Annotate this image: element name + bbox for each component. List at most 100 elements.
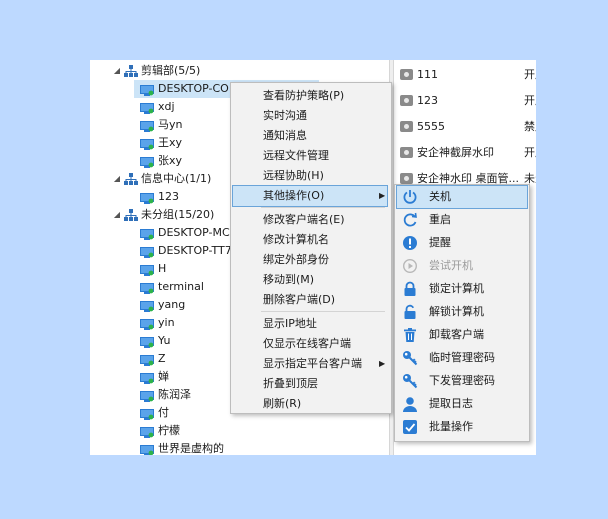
submenu-item-label: 解锁计算机 [429, 305, 484, 318]
policy-icon [400, 173, 413, 184]
menu-item-label: 移动到(M) [263, 273, 315, 286]
tree-node-label: 123 [158, 190, 179, 203]
power-icon [402, 189, 418, 205]
context-menu-item[interactable]: 实时沟通 [233, 106, 387, 126]
menu-separator [261, 311, 385, 312]
menu-item-label: 显示指定平台客户端 [263, 357, 362, 370]
menu-item-label: 仅显示在线客户端 [263, 337, 351, 350]
restart-icon [402, 212, 418, 228]
other-operations-submenu: 关机重启提醒尝试开机锁定计算机解锁计算机卸载客户端 临时管理密码下发管理密码提取日… [394, 184, 530, 442]
menu-item-label: 删除客户端(D) [263, 293, 336, 306]
tree-node-label: Yu [158, 334, 171, 347]
context-menu-item[interactable]: 显示指定平台客户端 ▶ [233, 354, 387, 374]
submenu-item[interactable]: 关机 [396, 185, 528, 209]
expand-arrow-icon[interactable]: ◢ [112, 62, 122, 80]
policy-row[interactable]: 5555 禁用 [394, 115, 536, 138]
tree-client-node[interactable]: 柠檬 [90, 422, 388, 440]
context-menu-item[interactable]: 绑定外部身份 [233, 250, 387, 270]
online-computer-icon [140, 156, 154, 168]
policy-status: 禁用 [524, 120, 536, 133]
menu-item-label: 绑定外部身份 [263, 253, 329, 266]
tree-node-label: 付 [158, 406, 169, 419]
online-computer-icon [140, 300, 154, 312]
online-computer-icon [140, 120, 154, 132]
submenu-item-label: 重启 [429, 213, 451, 226]
policy-icon [400, 147, 413, 158]
submenu-item[interactable]: 提醒 [397, 232, 527, 254]
context-menu-item[interactable]: 远程文件管理 [233, 146, 387, 166]
expand-arrow-icon[interactable]: ◢ [112, 170, 122, 188]
context-menu-item[interactable]: 通知消息 [233, 126, 387, 146]
context-menu-item[interactable]: 修改计算机名 [233, 230, 387, 250]
alert-icon [402, 235, 418, 251]
online-computer-icon [140, 354, 154, 366]
policy-row[interactable]: 111 开启 [394, 63, 536, 86]
menu-item-label: 远程文件管理 [263, 149, 329, 162]
submenu-item-label: 下发管理密码 [429, 374, 495, 387]
submenu-item[interactable]: 批量操作 [397, 416, 527, 438]
submenu-item-label: 尝试开机 [429, 259, 473, 272]
submenu-item[interactable]: 解锁计算机 [397, 301, 527, 323]
key-icon [402, 373, 418, 389]
menu-item-label: 远程协助(H) [263, 169, 324, 182]
context-menu-item[interactable]: 查看防护策略(P) [233, 86, 387, 106]
policy-name: 123 [417, 94, 438, 107]
menu-item-label: 其他操作(O) [263, 189, 325, 202]
submenu-item[interactable]: 提取日志 [397, 393, 527, 415]
context-menu-item[interactable]: 远程协助(H) [233, 166, 387, 186]
context-menu-item[interactable]: 修改客户端名(E) [233, 210, 387, 230]
lock-icon [402, 281, 418, 297]
tree-node-label: 婵 [158, 370, 169, 383]
menu-item-label: 修改客户端名(E) [263, 213, 345, 226]
tree-group-node[interactable]: ◢ 剪辑部(5/5) [90, 62, 388, 80]
submenu-item-label: 批量操作 [429, 420, 473, 433]
online-computer-icon [140, 372, 154, 384]
tree-node-label: 马yn [158, 118, 183, 131]
menu-item-other-operations[interactable]: 其他操作(O) ▶ [232, 185, 388, 207]
tree-client-node[interactable]: 世界是虚构的 [90, 440, 388, 455]
online-computer-icon [140, 444, 154, 455]
trash-icon [402, 327, 418, 343]
online-computer-icon [140, 408, 154, 420]
context-menu-item[interactable]: 移动到(M) [233, 270, 387, 290]
submenu-item[interactable]: 重启 [397, 209, 527, 231]
policy-icon [400, 69, 413, 80]
policy-name: 5555 [417, 120, 445, 133]
tree-node-label: DESKTOP-TT7 [158, 244, 232, 257]
tree-node-label: DESKTOP-CO [158, 82, 229, 95]
policy-row[interactable]: 安企神截屏水印 开启 [394, 141, 536, 164]
policy-status: 开启 [524, 68, 536, 81]
tree-node-label: yang [158, 298, 186, 311]
context-menu-item[interactable]: 折叠到顶层 [233, 374, 387, 394]
menu-item-label: 查看防护策略(P) [263, 89, 345, 102]
expand-arrow-icon[interactable]: ◢ [112, 206, 122, 224]
org-group-icon [124, 173, 138, 185]
submenu-item[interactable]: 锁定计算机 [397, 278, 527, 300]
menu-item-label: 修改计算机名 [263, 233, 329, 246]
submenu-item[interactable]: 临时管理密码 [397, 347, 527, 369]
submenu-item-label: 提醒 [429, 236, 451, 249]
context-menu-item[interactable]: 显示IP地址 [233, 314, 387, 334]
tree-node-label: 剪辑部(5/5) [141, 64, 201, 77]
org-group-icon [124, 209, 138, 221]
policy-status: 开启 [524, 94, 536, 107]
context-menu-item[interactable]: 刷新(R) [233, 394, 387, 414]
policy-name: 安企神截屏水印 [417, 146, 494, 159]
tree-node-label: xdj [158, 100, 175, 113]
checkbox-icon [402, 419, 418, 435]
online-computer-icon [140, 282, 154, 294]
online-computer-icon [140, 318, 154, 330]
online-computer-icon [140, 264, 154, 276]
context-menu-item[interactable]: 删除客户端(D) [233, 290, 387, 310]
policy-row[interactable]: 123 开启 [394, 89, 536, 112]
unlock-icon [402, 304, 418, 320]
online-computer-icon [140, 138, 154, 150]
tree-node-label: Z [158, 352, 166, 365]
policy-name: 111 [417, 68, 438, 81]
submenu-item[interactable]: 卸载客户端 [397, 324, 527, 346]
tree-node-label: yin [158, 316, 175, 329]
submenu-item[interactable]: 下发管理密码 [397, 370, 527, 392]
context-menu-item[interactable]: 仅显示在线客户端 [233, 334, 387, 354]
submenu-item-label: 锁定计算机 [429, 282, 484, 295]
tree-node-label: DESKTOP-MC [158, 226, 230, 239]
